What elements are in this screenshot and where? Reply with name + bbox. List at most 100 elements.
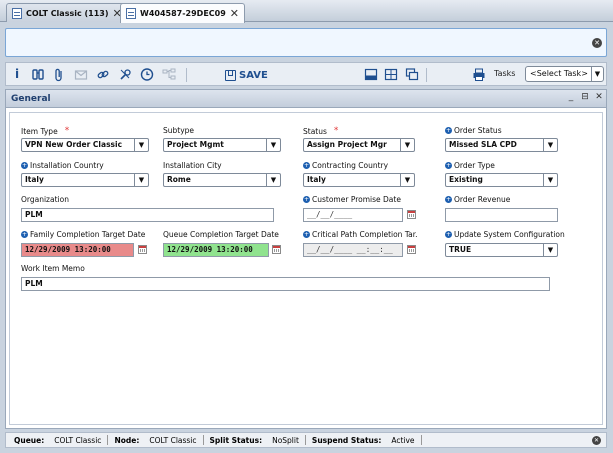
calendar-icon[interactable]: [407, 210, 416, 219]
floppy-icon: [225, 69, 236, 81]
layout-single-icon[interactable]: [364, 67, 378, 82]
info-icon: +: [303, 231, 310, 238]
critical-path-label: + Critical Path Completion Tar.: [303, 230, 418, 239]
tab-colt-classic[interactable]: COLT Classic (113) ✕: [6, 3, 128, 22]
chevron-down-icon: ▼: [543, 139, 557, 151]
print-icon[interactable]: [472, 67, 486, 82]
item-type-select[interactable]: VPN New Order Classic ▼: [21, 138, 149, 152]
tab-label: W404587-29DEC09: [140, 9, 226, 18]
clock-icon[interactable]: [140, 67, 154, 82]
panel-header: General _ ⊟ ✕: [6, 90, 606, 108]
close-icon[interactable]: ✕: [592, 436, 601, 445]
update-system-config-label: + Update System Configuration: [445, 230, 565, 239]
customer-promise-date-field[interactable]: __/__/____: [303, 208, 403, 222]
tasks-label: Tasks: [494, 69, 516, 78]
work-item-memo-field[interactable]: PLM: [21, 277, 550, 291]
split-status-value: NoSplit: [272, 435, 299, 445]
tab-work-item[interactable]: W404587-29DEC09 ✕: [120, 3, 246, 23]
restore-icon[interactable]: ⊟: [580, 92, 590, 104]
calendar-icon[interactable]: [138, 245, 147, 254]
queue-value: COLT Classic: [54, 435, 102, 445]
queue-completion-label: Queue Completion Target Date: [163, 230, 279, 239]
suspend-status-label: Suspend Status:: [311, 435, 382, 445]
order-status-select[interactable]: Missed SLA CPD ▼: [445, 138, 558, 152]
calendar-icon[interactable]: [272, 245, 281, 254]
info-icon: +: [445, 196, 452, 203]
order-type-label: + Order Type: [445, 161, 495, 170]
tab-bar: COLT Classic (113) ✕ W404587-29DEC09 ✕: [0, 0, 613, 23]
task-select[interactable]: <Select Task> ▼: [525, 66, 604, 82]
task-select-value: <Select Task>: [530, 69, 588, 78]
hierarchy-icon[interactable]: [162, 67, 176, 82]
update-system-config-select[interactable]: TRUE ▼: [445, 243, 558, 257]
family-completion-date-field[interactable]: 12/29/2009 13:20:00: [21, 243, 134, 257]
chevron-down-icon: ▼: [266, 174, 280, 186]
status-bar: Queue: COLT Classic Node: COLT Classic S…: [5, 432, 607, 448]
item-type-label: Item Type *: [21, 126, 70, 136]
work-item-memo-label: Work Item Memo: [21, 264, 85, 273]
close-icon[interactable]: ✕: [592, 38, 602, 48]
info-icon: +: [21, 231, 28, 238]
layout-stack-icon[interactable]: [405, 67, 419, 82]
installation-city-select[interactable]: Rome ▼: [163, 173, 281, 187]
status-select[interactable]: Assign Project Mgr ▼: [303, 138, 415, 152]
attachment-icon[interactable]: [52, 67, 66, 82]
info-icon: +: [445, 162, 452, 169]
calendar-icon[interactable]: [407, 245, 416, 254]
tools-icon[interactable]: [118, 67, 132, 82]
status-label: Status *: [303, 126, 339, 136]
close-icon[interactable]: ✕: [594, 92, 604, 104]
save-button[interactable]: SAVE: [225, 68, 268, 82]
info-icon: +: [303, 196, 310, 203]
binoculars-icon[interactable]: [31, 67, 45, 82]
family-completion-label: + Family Completion Target Date: [21, 230, 146, 239]
message-strip: ✕: [5, 28, 607, 57]
order-revenue-label: + Order Revenue: [445, 195, 511, 204]
toolbar: i SAVE Tasks <Select Task> ▼: [5, 62, 607, 86]
form-area: Item Type * VPN New Order Classic ▼ Subtyp…: [9, 112, 603, 425]
general-panel: General _ ⊟ ✕ Item Type * VPN New Order C…: [5, 89, 607, 429]
chevron-down-icon: ▼: [134, 139, 148, 151]
divider: [304, 435, 306, 445]
close-icon[interactable]: ✕: [230, 8, 239, 19]
queue-label: Queue:: [14, 435, 45, 445]
subtype-select[interactable]: Project Mgmt ▼: [163, 138, 281, 152]
toolbar-divider: [426, 68, 427, 82]
tab-label: COLT Classic (113): [26, 8, 109, 18]
split-status-label: Split Status:: [209, 435, 263, 445]
chevron-down-icon: ▼: [591, 67, 603, 81]
organization-field[interactable]: PLM: [21, 208, 274, 222]
contracting-country-select[interactable]: Italy ▼: [303, 173, 415, 187]
queue-completion-date-field[interactable]: 12/29/2009 13:20:00: [163, 243, 269, 257]
document-icon: [126, 8, 136, 19]
chevron-down-icon: ▼: [400, 139, 414, 151]
critical-path-date-field[interactable]: __/__/____ __:__:__: [303, 243, 403, 257]
divider: [420, 435, 422, 445]
contracting-country-label: + Contracting Country: [303, 161, 389, 170]
chevron-down-icon: ▼: [400, 174, 414, 186]
order-revenue-field[interactable]: [445, 208, 558, 222]
node-value: COLT Classic: [149, 435, 197, 445]
save-label: SAVE: [239, 69, 268, 81]
order-type-select[interactable]: Existing ▼: [445, 173, 558, 187]
layout-grid-icon[interactable]: [384, 67, 398, 82]
minimize-icon[interactable]: _: [566, 92, 576, 104]
list-icon: [12, 7, 22, 19]
info-icon: +: [445, 127, 452, 134]
organization-label: Organization: [21, 195, 69, 204]
chevron-down-icon: ▼: [266, 139, 280, 151]
installation-country-select[interactable]: Italy ▼: [21, 173, 149, 187]
divider: [202, 435, 204, 445]
link-icon[interactable]: [96, 67, 110, 82]
installation-city-label: Installation City: [163, 161, 222, 170]
order-status-label: + Order Status: [445, 126, 502, 135]
info-icon: +: [21, 162, 28, 169]
required-marker: *: [333, 126, 339, 136]
email-icon[interactable]: [74, 67, 88, 82]
info-icon[interactable]: i: [10, 67, 24, 82]
toolbar-divider: [186, 68, 187, 82]
customer-promise-date-label: + Customer Promise Date: [303, 195, 401, 204]
node-label: Node:: [114, 435, 140, 445]
chevron-down-icon: ▼: [134, 174, 148, 186]
subtype-label: Subtype: [163, 126, 195, 135]
